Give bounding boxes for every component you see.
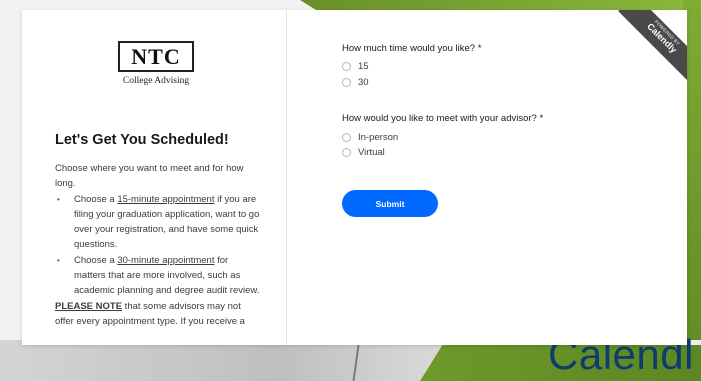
- event-heading: Let's Get You Scheduled!: [55, 132, 229, 148]
- booking-form-pane: How much time would you like? * 15 30 Ho…: [287, 10, 687, 345]
- powered-by-calendly-ribbon[interactable]: POWERED BY Calendly: [617, 10, 687, 80]
- ribbon-band[interactable]: POWERED BY Calendly: [618, 10, 687, 80]
- note-emphasis: PLEASE NOTE: [55, 300, 123, 312]
- radio-circle[interactable]: [342, 148, 351, 157]
- link-30-minute-appointment[interactable]: 30-minute appointment: [117, 255, 214, 266]
- scheduling-card: NTC College Advising Let's Get You Sched…: [22, 10, 687, 345]
- radio-circle[interactable]: [342, 78, 351, 87]
- meeting-type-question-label: How would you like to meet with your adv…: [342, 113, 544, 124]
- option-label: In-person: [358, 132, 399, 143]
- description-note: PLEASE NOTE that some advisors may not o…: [55, 299, 260, 330]
- duration-option-15[interactable]: 15: [342, 61, 369, 72]
- radio-circle[interactable]: [342, 62, 351, 71]
- event-details-pane: NTC College Advising Let's Get You Sched…: [22, 10, 287, 345]
- bullet-30-minute: Choose a 30-minute appointment for matte…: [57, 253, 260, 299]
- duration-question-label: How much time would you like? *: [342, 43, 482, 54]
- submit-button[interactable]: Submit: [342, 190, 438, 217]
- logo-mark: NTC: [118, 41, 194, 72]
- bullet-15-minute: Choose a 15-minute appointment if you ar…: [57, 192, 260, 253]
- option-label: 30: [358, 77, 369, 88]
- meeting-option-in-person[interactable]: In-person: [342, 132, 398, 143]
- description-bullets: Choose a 15-minute appointment if you ar…: [55, 192, 260, 299]
- bullet-text: Choose a: [74, 254, 118, 266]
- link-15-minute-appointment[interactable]: 15-minute appointment: [117, 194, 214, 205]
- meeting-option-virtual[interactable]: Virtual: [342, 147, 385, 158]
- option-label: Virtual: [358, 147, 385, 158]
- ntc-logo: NTC College Advising: [118, 41, 194, 86]
- option-label: 15: [358, 61, 369, 72]
- logo-subtitle: College Advising: [122, 76, 190, 86]
- description-intro: Choose where you want to meet and for ho…: [55, 163, 244, 190]
- radio-circle[interactable]: [342, 133, 351, 142]
- duration-option-30[interactable]: 30: [342, 77, 369, 88]
- bullet-text: Choose a: [74, 193, 118, 205]
- event-description: Choose where you want to meet and for ho…: [55, 161, 260, 329]
